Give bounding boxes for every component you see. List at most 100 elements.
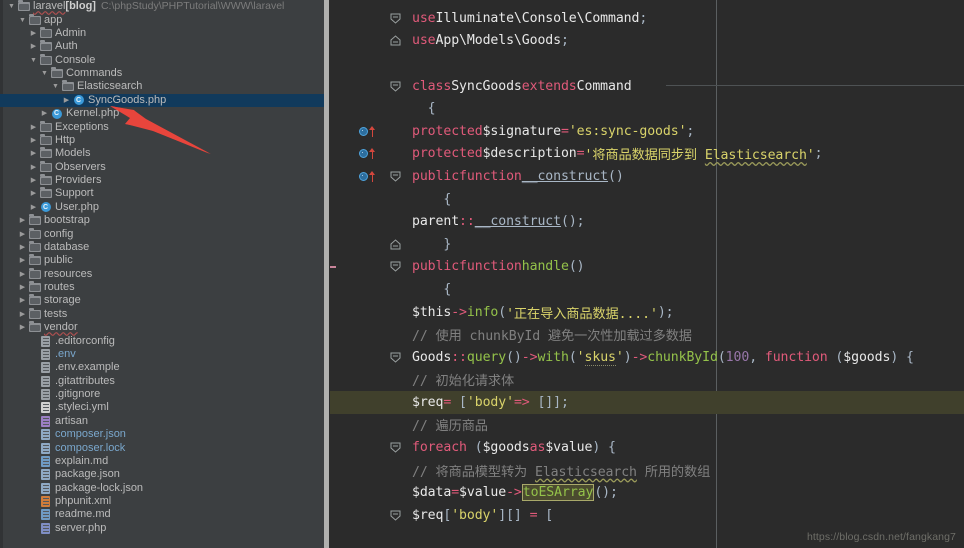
tree-item-explain-md[interactable]: ▶ explain.md <box>0 455 330 468</box>
code-line[interactable]: { <box>330 97 964 120</box>
chevron-right-icon[interactable]: ▶ <box>17 311 28 318</box>
fold-end-icon[interactable] <box>390 35 401 46</box>
code-line[interactable]: protected $signature = 'es:sync-goods'; <box>330 120 964 143</box>
chevron-right-icon[interactable]: ▶ <box>28 177 39 184</box>
fold-column[interactable] <box>384 75 406 98</box>
code-text[interactable]: $data = $value -> toESArray (); <box>406 481 964 504</box>
chevron-right-icon[interactable]: ▶ <box>28 150 39 157</box>
editor-gutter[interactable] <box>330 391 384 414</box>
tree-item-exceptions[interactable]: ▶ Exceptions <box>0 120 330 133</box>
chevron-right-icon[interactable]: ▶ <box>17 297 28 304</box>
code-text[interactable]: parent:: __construct (); <box>406 210 964 233</box>
code-line[interactable]: class SyncGoods extends Command <box>330 75 964 98</box>
chevron-right-icon[interactable]: ▶ <box>17 217 28 224</box>
editor-gutter[interactable] <box>330 210 384 233</box>
chevron-down-icon[interactable]: ▼ <box>28 57 39 64</box>
tree-item-config[interactable]: ▶ config <box>0 227 330 240</box>
fold-collapse-icon[interactable] <box>390 81 401 92</box>
editor-gutter[interactable] <box>330 414 384 437</box>
chevron-right-icon[interactable]: ▶ <box>17 324 28 331</box>
editor-gutter[interactable] <box>330 143 384 166</box>
code-lines[interactable]: use Illuminate\Console\Command; use App\M… <box>330 7 964 527</box>
tree-item-env[interactable]: ▶ .env <box>0 348 330 361</box>
gutter-marks[interactable] <box>359 148 376 160</box>
up-arrow-icon[interactable] <box>369 148 376 160</box>
chevron-right-icon[interactable]: ▶ <box>28 137 39 144</box>
fold-column[interactable] <box>384 120 406 143</box>
code-line[interactable]: // 初始化请求体 <box>330 369 964 392</box>
tree-item-syncgoods-php[interactable]: ▶ C SyncGoods.php <box>0 93 330 107</box>
editor-gutter[interactable] <box>330 436 384 459</box>
code-line[interactable]: protected $description = '将商品数据同步到 Elast… <box>330 143 964 166</box>
code-line[interactable]: } <box>330 233 964 256</box>
fold-column[interactable] <box>384 436 406 459</box>
tree-item-server-php[interactable]: ▶ server.php <box>0 522 330 535</box>
chevron-right-icon[interactable]: ▶ <box>17 257 28 264</box>
code-text[interactable]: public function __construct() <box>406 165 964 188</box>
fold-column[interactable] <box>384 481 406 504</box>
code-line[interactable]: foreach ($goods as $value) { <box>330 436 964 459</box>
fold-marker[interactable] <box>390 261 401 272</box>
tree-item-support[interactable]: ▶ Support <box>0 187 330 200</box>
override-method-icon[interactable] <box>359 171 368 181</box>
fold-column[interactable] <box>384 233 406 256</box>
code-text[interactable]: { <box>406 278 964 301</box>
chevron-right-icon[interactable]: ▶ <box>17 244 28 251</box>
editor-gutter[interactable] <box>330 52 384 75</box>
fold-column[interactable] <box>384 459 406 482</box>
tree-item-readme-md[interactable]: ▶ readme.md <box>0 508 330 521</box>
tree-item-admin[interactable]: ▶ Admin <box>0 26 330 40</box>
fold-marker[interactable] <box>390 239 401 250</box>
fold-marker[interactable] <box>390 352 401 363</box>
editor-gutter[interactable] <box>330 459 384 482</box>
editor-gutter[interactable] <box>330 301 384 324</box>
fold-column[interactable] <box>384 504 406 527</box>
fold-column[interactable] <box>384 256 406 279</box>
code-text[interactable]: } <box>406 233 964 256</box>
tree-item-models[interactable]: ▶ Models <box>0 147 330 160</box>
fold-collapse-icon[interactable] <box>390 171 401 182</box>
editor-gutter[interactable] <box>330 346 384 369</box>
vcs-change-marker[interactable] <box>330 265 336 268</box>
editor-gutter[interactable] <box>330 278 384 301</box>
code-text[interactable]: protected $signature = 'es:sync-goods'; <box>406 120 964 143</box>
tree-item-composer-lock[interactable]: ▶ composer.lock <box>0 441 330 454</box>
chevron-right-icon[interactable]: ▶ <box>17 271 28 278</box>
tree-item-tests[interactable]: ▶ tests <box>0 307 330 321</box>
code-text[interactable]: $req = ['body' => []]; <box>406 391 964 414</box>
code-line[interactable]: $this -> info('正在导入商品数据....'); <box>330 301 964 324</box>
chevron-down-icon[interactable]: ▼ <box>39 70 50 77</box>
tree-item-artisan[interactable]: ▶ artisan <box>0 415 330 428</box>
fold-column[interactable] <box>384 165 406 188</box>
code-line[interactable]: $req = ['body' => []]; <box>330 391 964 414</box>
fold-column[interactable] <box>384 97 406 120</box>
tree-item-auth[interactable]: ▶ Auth <box>0 40 330 53</box>
code-text[interactable]: foreach ($goods as $value) { <box>406 436 964 459</box>
tree-item-user-php[interactable]: ▶ C User.php <box>0 201 330 214</box>
tree-item-observers[interactable]: ▶ Observers <box>0 160 330 174</box>
fold-marker[interactable] <box>390 510 401 521</box>
fold-marker[interactable] <box>390 35 401 46</box>
fold-end-icon[interactable] <box>390 239 401 250</box>
editor-gutter[interactable] <box>330 256 384 279</box>
override-method-icon[interactable] <box>359 126 368 136</box>
fold-column[interactable] <box>384 346 406 369</box>
editor-gutter[interactable] <box>330 7 384 30</box>
editor-gutter[interactable] <box>330 369 384 392</box>
code-line[interactable]: $req['body'][] = [ <box>330 504 964 527</box>
code-text[interactable]: protected $description = '将商品数据同步到 Elast… <box>406 143 964 166</box>
fold-marker[interactable] <box>390 81 401 92</box>
fold-column[interactable] <box>384 143 406 166</box>
editor-gutter[interactable] <box>330 323 384 346</box>
tree-item-composer-json[interactable]: ▶ composer.json <box>0 428 330 441</box>
fold-marker[interactable] <box>390 442 401 453</box>
code-line[interactable]: parent:: __construct (); <box>330 210 964 233</box>
code-line[interactable]: // 遍历商品 <box>330 414 964 437</box>
fold-column[interactable] <box>384 369 406 392</box>
chevron-down-icon[interactable]: ▼ <box>50 83 61 90</box>
tree-item-storage[interactable]: ▶ storage <box>0 294 330 307</box>
code-line[interactable]: { <box>330 188 964 211</box>
code-text[interactable]: { <box>406 188 964 211</box>
tree-item-vendor[interactable]: ▶ vendor <box>0 321 330 334</box>
editor-gutter[interactable] <box>330 97 384 120</box>
